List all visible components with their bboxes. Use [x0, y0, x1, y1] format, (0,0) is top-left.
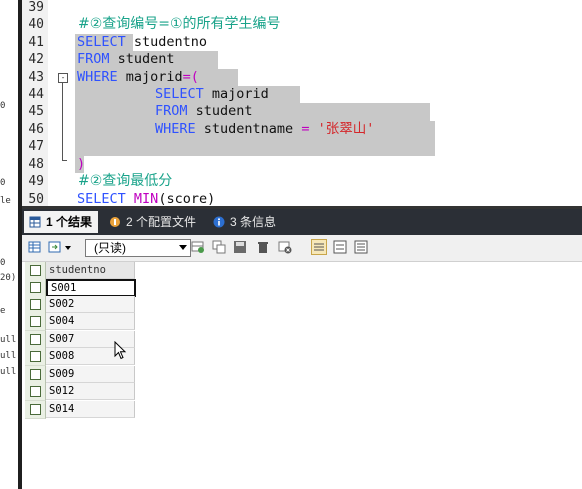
- result-grid[interactable]: studentno S001 S002 S004 S007 S008 S009 …: [22, 262, 582, 489]
- row-checkbox[interactable]: [25, 366, 46, 384]
- line-number: 44: [28, 87, 44, 102]
- line-number: 48: [28, 157, 44, 172]
- sql-line-44: SELECT majorid: [155, 86, 269, 102]
- tab-profiles[interactable]: 2 个配置文件: [104, 211, 202, 233]
- row-checkbox[interactable]: [25, 348, 46, 366]
- line-number: 40: [28, 17, 44, 32]
- sql-line-48: ): [77, 156, 86, 172]
- delete-icon[interactable]: [256, 240, 270, 254]
- left-fragment-text: 20): [0, 273, 17, 283]
- table-cell[interactable]: S001: [46, 279, 136, 297]
- sql-line-43: WHERE majorid=(: [77, 69, 199, 85]
- line-number: 42: [28, 52, 44, 67]
- save-icon[interactable]: [233, 240, 247, 254]
- line-number: 50: [28, 192, 44, 206]
- info-icon: [213, 216, 225, 228]
- selection-highlight: [75, 138, 435, 156]
- left-fragment-text: 0: [0, 258, 6, 268]
- line-number: 47: [28, 139, 44, 154]
- column-header-studentno[interactable]: studentno: [46, 262, 135, 279]
- duplicate-row-icon[interactable]: [212, 240, 226, 254]
- text-view-icon[interactable]: [354, 240, 368, 254]
- table-cell[interactable]: S014: [46, 401, 135, 418]
- sql-line-50: SELECT MIN(score): [77, 191, 216, 206]
- result-mode-select[interactable]: (只读): [85, 239, 191, 257]
- table-cell[interactable]: S012: [46, 383, 135, 400]
- row-checkbox[interactable]: [25, 331, 46, 349]
- row-checkbox[interactable]: [25, 313, 46, 331]
- table-cell[interactable]: S004: [46, 313, 135, 330]
- results-toolbar: (只读): [22, 235, 582, 262]
- insert-row-icon[interactable]: [191, 240, 205, 254]
- results-tab-bar: 1 个结果 2 个配置文件 3 条信息: [22, 209, 582, 235]
- cancel-changes-icon[interactable]: [278, 240, 292, 254]
- row-checkbox[interactable]: [25, 279, 46, 297]
- sql-editor[interactable]: 39 40 41 42 43 44 45 46 47 48 49 50 - #②…: [22, 0, 582, 206]
- left-fragment-text: e: [0, 306, 6, 316]
- tab-messages[interactable]: 3 条信息: [208, 211, 282, 233]
- left-fragment-text: ull: [0, 351, 17, 361]
- import-icon[interactable]: [48, 240, 62, 254]
- row-checkbox[interactable]: [25, 383, 46, 401]
- table-cell[interactable]: S009: [46, 366, 135, 383]
- line-number: 46: [28, 122, 44, 137]
- left-panel-fragment: 0 0 le 0 20) e ull ull ull: [0, 0, 18, 489]
- left-fragment-text: 0: [0, 101, 6, 111]
- profile-icon: [110, 217, 120, 227]
- sql-line-45: FROM student: [155, 103, 253, 119]
- sql-line-42: FROM student: [77, 51, 175, 67]
- fold-guide-line: [62, 83, 63, 161]
- left-fragment-text: le: [0, 196, 11, 206]
- grid-view-icon[interactable]: [311, 239, 327, 255]
- import-dropdown-arrow-icon[interactable]: [65, 246, 71, 250]
- fold-guide-end: [62, 160, 67, 161]
- left-fragment-text: ull: [0, 367, 17, 377]
- sql-line-41: SELECT studentno: [77, 34, 208, 50]
- left-fragment-text: 0: [0, 178, 6, 188]
- row-checkbox[interactable]: [25, 296, 46, 314]
- form-view-icon[interactable]: [333, 240, 347, 254]
- tab-results[interactable]: 1 个结果: [24, 211, 99, 233]
- line-number: 45: [28, 104, 44, 119]
- select-all-checkbox[interactable]: [25, 262, 46, 280]
- line-number: 39: [28, 0, 44, 15]
- sql-comment-line: #②查询最低分: [78, 173, 173, 189]
- mouse-cursor-icon: [114, 341, 127, 360]
- sql-comment-line: #②查询编号=①的所有学生编号: [78, 16, 281, 32]
- chevron-down-icon: [179, 245, 187, 250]
- sql-line-46: WHERE studentname = '张翠山': [155, 121, 375, 137]
- fold-toggle-icon[interactable]: -: [58, 73, 68, 83]
- line-number: 41: [28, 35, 44, 50]
- row-checkbox[interactable]: [25, 401, 46, 419]
- left-fragment-text: ull: [0, 335, 17, 345]
- table-cell[interactable]: S002: [46, 296, 135, 313]
- result-grid-icon: [29, 216, 41, 228]
- export-grid-icon[interactable]: [28, 240, 42, 254]
- line-number: 49: [28, 174, 44, 189]
- line-number: 43: [28, 70, 44, 85]
